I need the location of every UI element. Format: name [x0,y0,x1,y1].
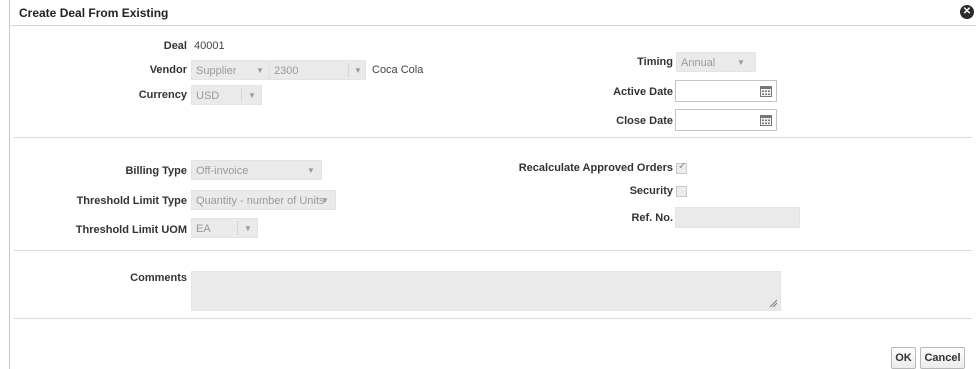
currency-label: Currency [138,89,187,101]
deal-value: 40001 [194,40,225,52]
ref-no-label: Ref. No. [631,212,673,224]
section-divider [14,137,972,138]
security-label: Security [629,185,673,197]
threshold-limit-type-label: Threshold Limit Type [76,195,187,207]
dialog-title: Create Deal From Existing [19,6,169,20]
threshold-limit-uom-select[interactable]: EA ▼ [191,218,258,238]
threshold-limit-type-select[interactable]: Quantity - number of Units ▼ [191,190,336,210]
cancel-button[interactable]: Cancel [920,347,965,369]
vendor-label: Vendor [149,64,187,76]
calendar-icon[interactable] [760,114,772,126]
active-date-input[interactable] [675,80,777,102]
timing-label: Timing [637,56,673,68]
vendor-type-select[interactable]: Supplier ▼ [191,60,269,80]
billing-type-label: Billing Type [125,165,187,177]
chevron-down-icon: ▼ [256,66,264,75]
section-divider [14,318,972,319]
vendor-type-value: Supplier [196,65,237,77]
ok-button[interactable]: OK [891,347,916,369]
threshold-limit-uom-label: Threshold Limit UOM [75,224,187,236]
billing-type-value: Off-invoice [196,165,249,177]
active-date-label: Active Date [613,86,673,98]
dialog-titlebar: Create Deal From Existing ✕ [10,0,976,26]
comments-label: Comments [130,272,187,284]
vendor-name: Coca Cola [372,64,424,76]
create-deal-dialog: Create Deal From Existing ✕ Deal 40001 V… [9,0,976,369]
check-icon: ✓ [678,161,687,172]
ref-no-input[interactable] [675,207,800,228]
deal-label: Deal [163,40,187,52]
threshold-limit-type-value: Quantity - number of Units [196,195,325,207]
calendar-icon[interactable] [760,85,772,97]
vendor-number-select[interactable]: 2300 ▼ [269,60,366,80]
resize-handle-icon[interactable] [769,299,777,307]
section-divider [14,250,972,251]
chevron-down-icon: ▼ [307,166,315,175]
currency-value: USD [196,90,220,102]
currency-select[interactable]: USD ▼ [191,85,262,105]
chevron-down-icon: ▼ [248,91,256,100]
recalculate-checkbox[interactable]: ✓ [676,161,687,174]
close-icon[interactable]: ✕ [960,5,974,19]
close-date-input[interactable] [675,109,777,131]
comments-textarea[interactable] [191,271,781,311]
security-checkbox[interactable] [676,186,687,197]
billing-type-select[interactable]: Off-invoice ▼ [191,160,322,180]
chevron-down-icon: ▼ [244,224,252,233]
threshold-limit-uom-value: EA [196,223,211,235]
close-date-label: Close Date [616,115,673,127]
timing-value: Annual [681,57,716,69]
recalculate-label: Recalculate Approved Orders [518,162,673,174]
chevron-down-icon: ▼ [737,58,745,67]
timing-select[interactable]: Annual ▼ [676,52,756,72]
chevron-down-icon: ▼ [321,196,329,205]
chevron-down-icon: ▼ [354,66,362,75]
vendor-number-value: 2300 [274,65,299,77]
